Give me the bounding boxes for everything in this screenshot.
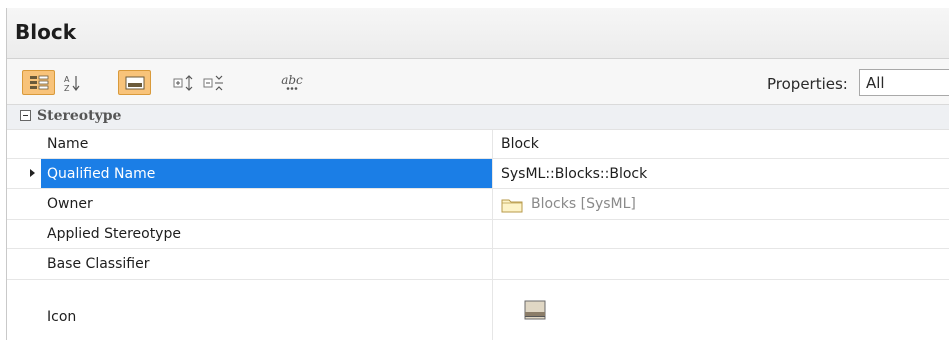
property-name: Owner (41, 189, 493, 219)
property-name: Name (41, 130, 493, 158)
abc-options-icon: abc (281, 74, 303, 91)
property-name: Base Classifier (41, 249, 493, 279)
image-icon (524, 300, 546, 320)
folder-icon (501, 197, 523, 212)
property-value[interactable] (495, 220, 949, 248)
property-row-base-classifier[interactable]: Base Classifier (7, 249, 949, 280)
svg-text:A: A (64, 75, 70, 84)
panel-title: Block (15, 20, 76, 44)
property-value[interactable] (495, 249, 949, 279)
property-value[interactable]: SysML::Blocks::Block (495, 159, 949, 188)
expand-all-icon (172, 73, 196, 93)
property-value[interactable]: Block (495, 130, 949, 158)
category-row-stereotype[interactable]: Stereotype (7, 105, 949, 130)
owner-value-text: Blocks [SysML] (531, 196, 636, 212)
properties-filter-label: Properties: (767, 75, 848, 93)
svg-text:Z: Z (64, 84, 70, 93)
group-by-category-button[interactable] (22, 70, 55, 95)
collapse-all-icon (202, 73, 226, 93)
property-row-name[interactable]: Name Block (7, 130, 949, 159)
description-panel-icon (124, 75, 146, 91)
sort-alphabetical-button[interactable]: A Z (59, 70, 85, 95)
category-label: Stereotype (37, 108, 122, 124)
abc-label: abc (281, 73, 303, 87)
properties-filter-select[interactable]: All (859, 69, 949, 96)
panel-title-bar: Block (7, 8, 949, 59)
property-row-icon[interactable]: Icon (7, 280, 949, 340)
collapse-all-button[interactable] (201, 70, 227, 95)
property-name: Applied Stereotype (41, 220, 493, 248)
property-row-qualified-name[interactable]: Qualified Name SysML::Blocks::Block (7, 159, 949, 189)
property-value-icon[interactable] (495, 280, 949, 340)
sort-az-icon: A Z (62, 73, 82, 93)
property-name: Qualified Name (41, 159, 493, 188)
properties-toolbar: A Z abc Properties: All (7, 59, 949, 105)
show-description-button[interactable] (118, 70, 151, 95)
group-by-category-icon (28, 74, 50, 92)
property-row-owner[interactable]: Owner Blocks [SysML] (7, 189, 949, 220)
property-value-owner[interactable]: Blocks [SysML] (495, 189, 949, 219)
property-row-applied-stereotype[interactable]: Applied Stereotype (7, 220, 949, 249)
abc-options-button[interactable]: abc (275, 70, 309, 95)
property-name: Icon (41, 280, 493, 340)
expand-all-button[interactable] (171, 70, 197, 95)
properties-panel: Block A Z abc Properties: All Stereotype… (6, 8, 949, 340)
current-row-marker-icon (30, 169, 35, 177)
collapse-toggle-icon[interactable] (20, 110, 31, 121)
